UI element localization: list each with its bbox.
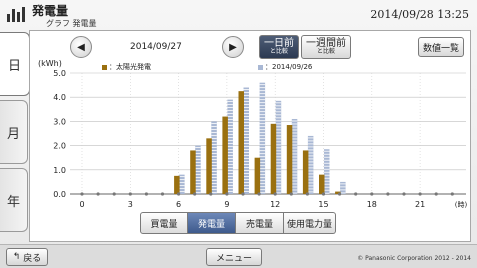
compare-week-sub: と比較	[316, 48, 335, 56]
header: 発電量 グラフ 発電量 2014/09/28 13:25	[0, 0, 477, 30]
page-title: 発電量	[32, 4, 69, 18]
breadcrumb: グラフ 発電量	[46, 19, 97, 28]
legend-compare-label: ：2014/09/26	[265, 63, 313, 71]
footer: ↰ 戻る メニュー © Panasonic Corporation 2012 -…	[0, 244, 477, 268]
values-list-button[interactable]: 数値一覧	[418, 37, 464, 57]
current-date: 2014/09/27	[130, 42, 182, 52]
tab-day-label: 日	[7, 58, 21, 74]
previous-day-button[interactable]: ◀	[70, 36, 92, 58]
menu-button[interactable]: メニュー	[206, 248, 262, 266]
next-day-button[interactable]: ▶	[222, 36, 244, 58]
current-datetime: 2014/09/28 13:25	[370, 8, 469, 21]
legend-compare: ：2014/09/26	[258, 62, 312, 72]
legend-primary: ：太陽光発電	[102, 62, 151, 72]
compare-week-button[interactable]: 一週間前 と比較	[301, 35, 351, 59]
tab-sold-power[interactable]: 売電量	[236, 212, 284, 234]
bar-chart-icon	[7, 7, 25, 22]
copyright-text: © Panasonic Corporation 2012 - 2014	[357, 255, 471, 262]
graph-panel: ◀ 2014/09/27 ▶ 一日前 と比較 一週間前 と比較 数値一覧 ：太陽…	[29, 30, 471, 242]
tab-generated-power[interactable]: 発電量	[188, 212, 236, 234]
chevron-left-icon: ◀	[77, 41, 85, 53]
chevron-right-icon: ▶	[229, 41, 237, 53]
tab-year[interactable]: 年	[0, 168, 28, 232]
compare-day-button[interactable]: 一日前 と比較	[259, 35, 299, 59]
legend-compare-swatch	[258, 64, 263, 70]
tab-month[interactable]: 月	[0, 100, 28, 164]
mode-tabs: 買電量 発電量 売電量 使用電力量	[140, 212, 336, 234]
back-button[interactable]: ↰ 戻る	[6, 248, 48, 266]
tab-year-label: 年	[6, 194, 20, 210]
back-button-label: 戻る	[23, 253, 42, 264]
back-arrow-icon: ↰	[12, 252, 21, 262]
tab-used-power[interactable]: 使用電力量	[284, 212, 336, 234]
tab-month-label: 月	[6, 126, 20, 142]
legend-primary-label: ：太陽光発電	[109, 63, 151, 71]
tab-day[interactable]: 日	[0, 32, 30, 96]
legend-primary-swatch	[102, 64, 107, 70]
copyright: © Panasonic Corporation 2012 - 2014	[357, 255, 471, 262]
tab-purchased-power[interactable]: 買電量	[140, 212, 188, 234]
compare-day-sub: と比較	[269, 48, 288, 56]
